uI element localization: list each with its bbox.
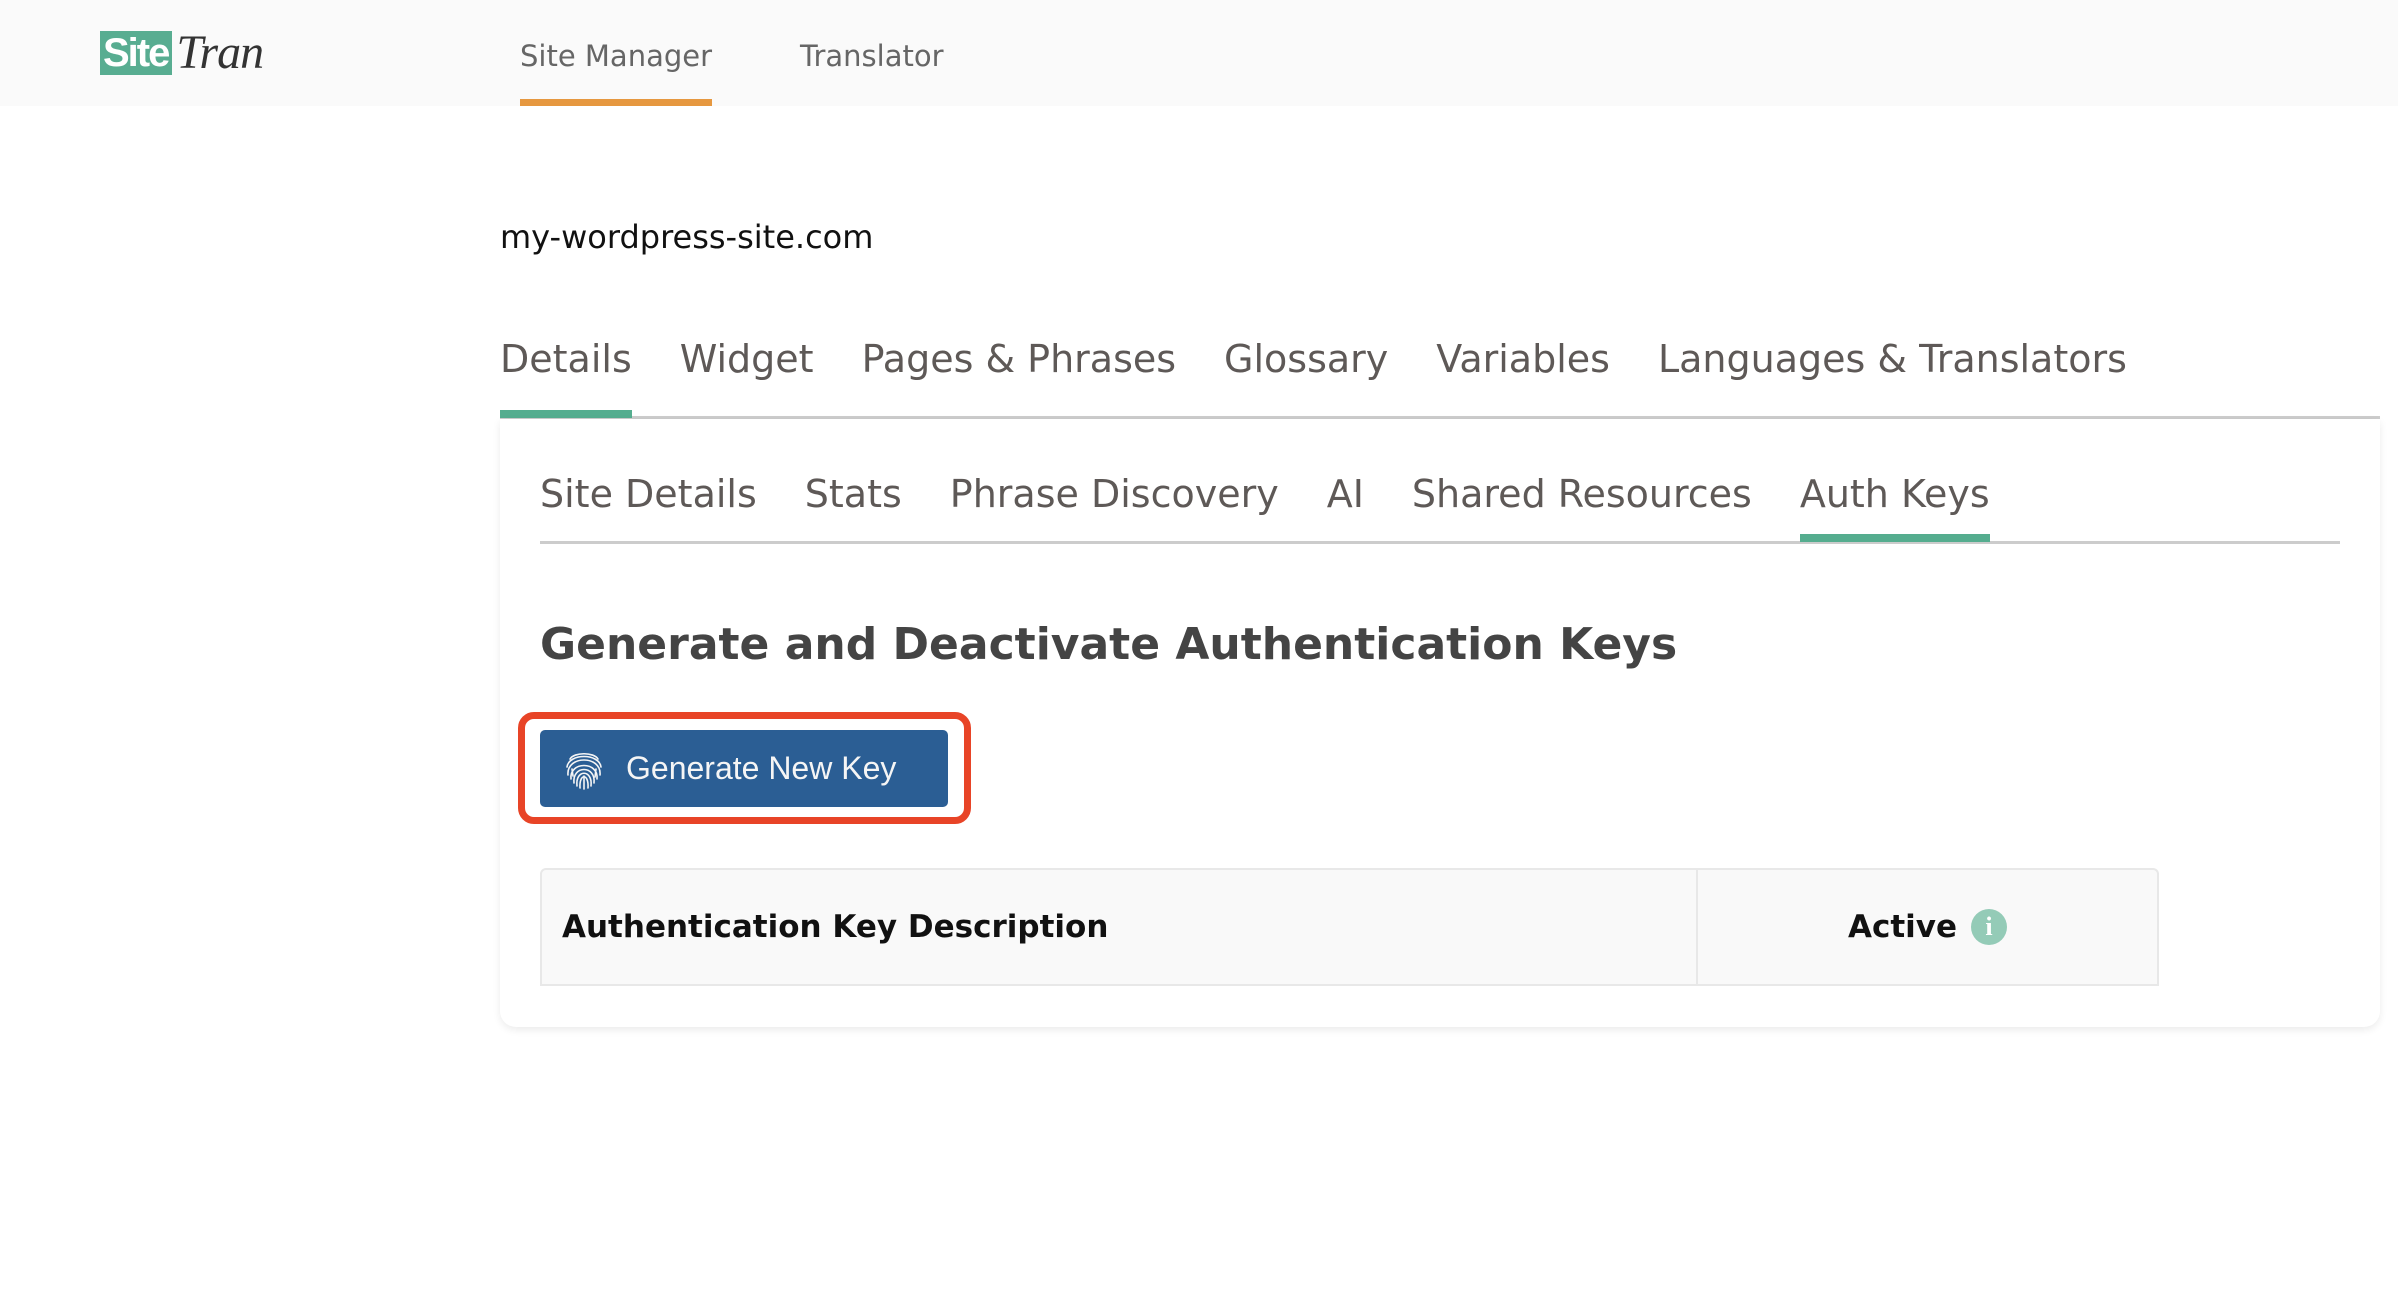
logo-site-text: Site	[100, 31, 173, 75]
subtab-stats[interactable]: Stats	[805, 461, 902, 541]
column-header-active: Active i	[1698, 870, 2157, 984]
tab-glossary[interactable]: Glossary	[1224, 330, 1388, 416]
topnav-translator[interactable]: Translator	[800, 0, 944, 106]
auth-keys-title: Generate and Deactivate Authentication K…	[540, 619, 1678, 670]
tab-pages-phrases[interactable]: Pages & Phrases	[862, 330, 1176, 416]
info-icon[interactable]: i	[1971, 909, 2008, 945]
tab-widget[interactable]: Widget	[680, 330, 814, 416]
tab-details[interactable]: Details	[500, 330, 632, 418]
site-name-heading: my-wordpress-site.com	[500, 218, 874, 256]
subtab-ai[interactable]: AI	[1327, 461, 1364, 541]
top-nav: Site Manager Translator	[520, 0, 1032, 106]
subtab-phrase-discovery[interactable]: Phrase Discovery	[950, 461, 1279, 541]
generate-new-key-label: Generate New Key	[626, 750, 897, 786]
column-header-active-label: Active	[1847, 909, 1958, 945]
topnav-site-manager[interactable]: Site Manager	[520, 0, 713, 106]
tab-variables[interactable]: Variables	[1436, 330, 1610, 416]
sub-tab-bar: Site Details Stats Phrase Discovery AI S…	[540, 461, 2340, 544]
details-card: Site Details Stats Phrase Discovery AI S…	[500, 419, 2380, 1027]
subtab-site-details[interactable]: Site Details	[540, 461, 757, 541]
subtab-auth-keys[interactable]: Auth Keys	[1799, 461, 1990, 542]
logo-tran-text: Tran	[176, 26, 264, 79]
generate-new-key-button[interactable]: Generate New Key	[540, 730, 948, 807]
main-tab-bar: Details Widget Pages & Phrases Glossary …	[500, 330, 2380, 419]
column-header-description-label: Authentication Key Description	[562, 909, 1109, 945]
top-navigation-bar: Site Tran Site Manager Translator	[0, 0, 2398, 106]
sitetran-logo[interactable]: Site Tran	[100, 26, 264, 79]
tab-languages-translators[interactable]: Languages & Translators	[1658, 330, 2127, 416]
subtab-shared-resources[interactable]: Shared Resources	[1412, 461, 1752, 541]
column-header-description: Authentication Key Description	[542, 870, 1698, 984]
auth-keys-table: Authentication Key Description Active i	[540, 868, 2159, 986]
fingerprint-icon	[566, 752, 602, 790]
